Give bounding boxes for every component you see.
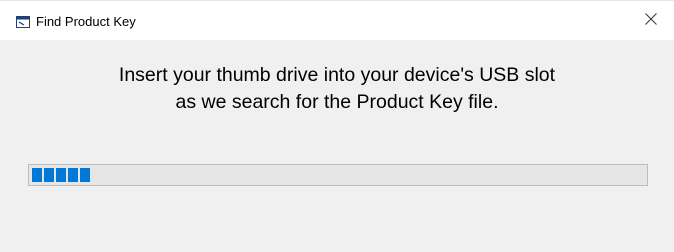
dialog-content: Insert your thumb drive into your device… xyxy=(0,40,674,252)
app-window-icon xyxy=(16,15,30,28)
instruction-line-2: as we search for the Product Key file. xyxy=(175,91,499,113)
title-bar[interactable]: Find Product Key xyxy=(0,0,674,40)
progress-block xyxy=(44,168,54,182)
progress-block xyxy=(32,168,42,182)
close-button[interactable] xyxy=(628,1,674,40)
search-progress-bar xyxy=(28,164,648,186)
progress-block xyxy=(80,168,90,182)
window-title: Find Product Key xyxy=(36,14,136,29)
instruction-line-1: Insert your thumb drive into your device… xyxy=(118,64,556,86)
instruction-message: Insert your thumb drive into your device… xyxy=(0,62,674,116)
close-icon xyxy=(645,12,657,30)
find-product-key-window: Find Product Key Insert your thumb drive… xyxy=(0,0,674,252)
progress-block xyxy=(56,168,66,182)
progress-bar-fill xyxy=(32,168,90,182)
progress-block xyxy=(68,168,78,182)
